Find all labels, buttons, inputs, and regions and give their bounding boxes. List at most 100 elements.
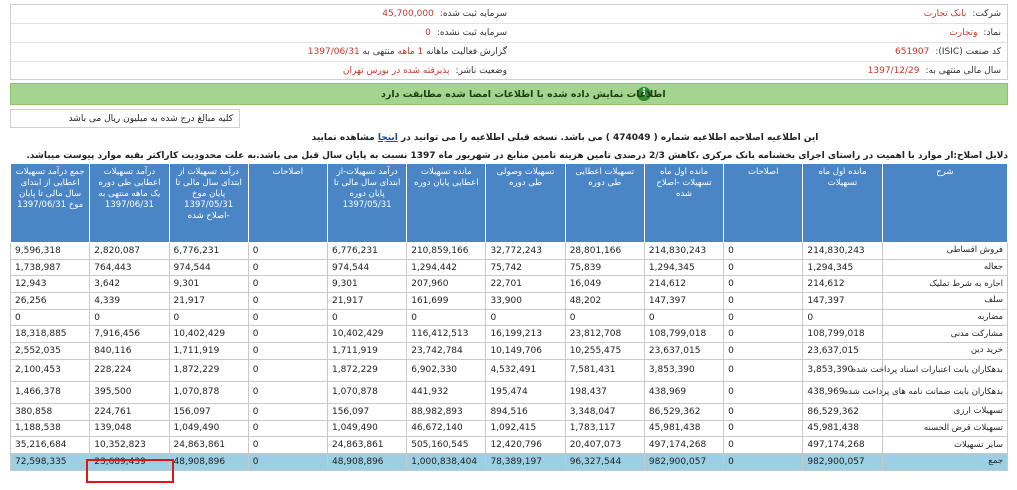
table-cell: 156,097: [168, 402, 249, 421]
table-cell: 0: [802, 308, 883, 327]
table-cell: 0: [247, 258, 328, 277]
table-cell: 1,000,838,404: [406, 452, 487, 471]
table-cell: 24,863,861: [168, 436, 249, 454]
table-cell: 32,772,243: [485, 242, 566, 260]
table-cell: 21,917: [168, 292, 249, 310]
table-cell: 1,049,490: [326, 419, 408, 438]
table-cell: 0: [723, 380, 804, 404]
table-cell: 1,049,490: [168, 419, 249, 438]
previous-version-link[interactable]: اینجا: [378, 133, 398, 143]
table-cell: 974,544: [168, 258, 249, 277]
table-cell: 0: [723, 292, 804, 310]
table-cell: 0: [723, 358, 804, 382]
table-cell: 4,532,491: [485, 358, 566, 382]
table-cell: 26,256: [9, 292, 91, 310]
table-cell: 7,916,456: [89, 325, 170, 344]
table-cell: 75,742: [485, 258, 566, 277]
table-cell: 147,397: [643, 292, 725, 310]
table-row: سلف 147,397 0 147,397 48,202 33,900 161,699 21,…: [9, 292, 1009, 310]
table-cell: 195,474: [485, 380, 566, 404]
table-cell: 10,402,429: [168, 325, 249, 344]
col-header: جمع درآمد تسهیلات اعطایی از ابتدای سال م…: [9, 163, 91, 243]
table-cell: 0: [723, 436, 804, 454]
table-cell: 0: [485, 308, 566, 327]
table-cell: 1,738,987: [9, 258, 91, 277]
table-cell: 3,642: [89, 275, 170, 294]
table-cell: 894,516: [485, 402, 566, 421]
row-description: خرید دین: [881, 342, 1009, 360]
table-row: سایر تسهیلات 497,174,268 0 497,174,268 20,40…: [9, 436, 1009, 454]
table-cell: 18,318,885: [9, 325, 91, 344]
table-cell: 0: [247, 275, 328, 294]
row-description: بدهکاران بابت اعتبارات اسناد پرداخت شده: [852, 358, 1009, 382]
table-cell: 22,701: [485, 275, 566, 294]
table-cell: 0: [247, 402, 328, 421]
table-cell: 12,943: [9, 275, 91, 294]
table-cell: 214,830,243: [802, 242, 883, 260]
unreg-capital-value: 0: [425, 28, 431, 38]
report-end-date: 1397/06/31: [307, 47, 360, 57]
table-cell: 1,070,878: [168, 380, 249, 404]
col-header: درآمد تسهیلات-از ابتدای سال مالی تا پایا…: [326, 163, 408, 243]
company-info-box: شرکت: بانک تجارت سرمایه ثبت شده: 45,700,00…: [10, 4, 1008, 80]
table-cell: 982,900,057: [802, 452, 883, 471]
table-cell: 156,097: [326, 402, 408, 421]
table-cell: 108,799,018: [802, 325, 883, 344]
table-cell: 96,327,544: [564, 452, 645, 471]
row-description: مشارکت مدنی: [881, 325, 1009, 344]
table-cell: 23,742,784: [406, 342, 487, 360]
table-cell: 380,858: [9, 402, 91, 421]
col-header: مانده اول ماه تسهیلات: [802, 163, 883, 243]
table-cell: 10,255,475: [564, 342, 645, 360]
table-cell: 0: [247, 358, 328, 382]
row-description: اجاره به شرط تملیک: [881, 275, 1009, 294]
table-cell: 161,699: [406, 292, 487, 310]
table-cell: 982,900,057: [643, 452, 725, 471]
table-cell: 16,199,213: [485, 325, 566, 344]
table-cell: 10,149,706: [485, 342, 566, 360]
table-cell: 0: [723, 308, 804, 327]
table-cell: 974,544: [326, 258, 408, 277]
table-body: فروش اقساطی 214,830,243 0 214,830,243 28,801…: [9, 242, 1009, 471]
table-cell: 46,672,140: [406, 419, 487, 438]
table-cell: 0: [723, 402, 804, 421]
symbol-value: وتجارت: [949, 28, 978, 38]
table-cell: 497,174,268: [643, 436, 725, 454]
table-cell: 4,339: [89, 292, 170, 310]
table-cell: 139,048: [89, 419, 170, 438]
table-cell: 497,174,268: [802, 436, 883, 454]
table-cell: 207,960: [406, 275, 487, 294]
col-header: مانده تسهیلات اعطایی پایان دوره: [406, 163, 487, 243]
capital-value: 45,700,000: [382, 9, 434, 19]
table-cell: 1,294,345: [643, 258, 725, 277]
report-end-label: منتهی به: [362, 47, 395, 57]
table-cell: 75,839: [564, 258, 645, 277]
table-cell: 116,412,513: [406, 325, 487, 344]
table-cell: 214,612: [802, 275, 883, 294]
table-cell: 45,981,438: [802, 419, 883, 438]
isic-value: 651907: [895, 47, 930, 57]
row-description: جمع: [881, 452, 1009, 471]
table-cell: 45,981,438: [643, 419, 725, 438]
correction-reason: دلایل اصلاح:ار موارد با اهمیت در راستای …: [26, 151, 1008, 161]
table-cell: 2,820,087: [89, 242, 170, 260]
table-cell: 0: [247, 325, 328, 344]
table-cell: 48,908,896: [168, 452, 249, 471]
table-row: بدهکاران بابت ضمانت نامه های پرداخت شده 4…: [9, 380, 1009, 404]
table-row: خرید دین 23,637,015 0 23,637,015 10,255,475 1…: [9, 342, 1009, 360]
table-cell: 24,863,861: [326, 436, 408, 454]
row-description: سلف: [881, 292, 1009, 310]
row-description: جعاله: [881, 258, 1009, 277]
row-description: تسهیلات ارزی: [881, 402, 1009, 421]
table-cell: 7,581,431: [564, 358, 645, 382]
table-cell: 214,830,243: [643, 242, 725, 260]
table-row: تسهیلات قرض الحسنه 45,981,438 0 45,981,438 1…: [9, 419, 1009, 438]
table-cell: 3,853,390: [643, 358, 725, 382]
table-cell: 0: [643, 308, 725, 327]
table-cell: 1,188,538: [9, 419, 91, 438]
table-cell: 0: [406, 308, 487, 327]
notice-prefix: این اطلاعیه اصلاحیه اطلاعیه شماره ( 4740…: [400, 133, 819, 143]
highlight-box: [86, 459, 174, 483]
table-cell: 0: [723, 452, 804, 471]
table-cell: 21,917: [326, 292, 408, 310]
